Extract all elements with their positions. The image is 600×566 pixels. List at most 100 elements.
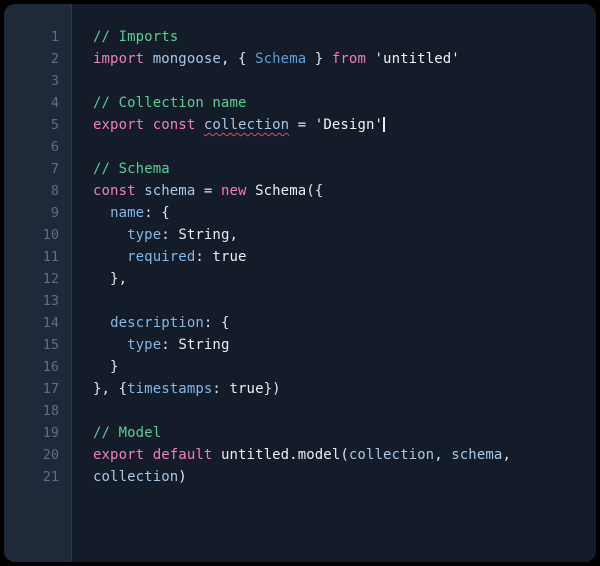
line-number: 16 [4, 356, 72, 378]
code-token: ) [178, 469, 187, 485]
code-token: collection [93, 469, 178, 485]
code-line[interactable]: // Model [93, 422, 596, 444]
code-line[interactable]: import mongoose, { Schema } from 'untitl… [93, 48, 596, 70]
line-number: 15 [4, 334, 72, 356]
code-token [93, 315, 110, 331]
code-token: true [212, 249, 246, 265]
code-line[interactable]: description: { [93, 312, 596, 334]
code-token: // Imports [93, 29, 178, 45]
code-token: : [195, 249, 212, 265]
code-token: : [161, 337, 178, 353]
code-token: // Collection name [93, 95, 247, 111]
code-token [93, 227, 127, 243]
line-number: 9 [4, 202, 72, 224]
code-token: from [332, 51, 366, 67]
code-token: }, [93, 271, 127, 287]
code-token: name [110, 205, 144, 221]
code-token [144, 117, 153, 133]
code-token: mongoose [153, 51, 221, 67]
line-number: 19 [4, 422, 72, 444]
code-token [93, 205, 110, 221]
code-token: : { [144, 205, 170, 221]
code-token: String [178, 337, 229, 353]
code-line[interactable] [93, 290, 596, 312]
code-token [136, 183, 145, 199]
code-line[interactable] [93, 70, 596, 92]
code-token: new [221, 183, 247, 199]
error-underlined-token: collection [204, 117, 289, 133]
code-token [212, 447, 221, 463]
code-token: : { [204, 315, 230, 331]
code-line[interactable]: export const collection = 'Design' [93, 114, 596, 136]
code-token: type [127, 337, 161, 353]
code-token: } [306, 51, 332, 67]
code-line[interactable] [93, 400, 596, 422]
code-token: type [127, 227, 161, 243]
code-content-area[interactable]: // Imports import mongoose, { Schema } fr… [72, 4, 596, 562]
code-token [195, 117, 204, 133]
line-number: 20 [4, 444, 72, 466]
line-number: 21 [4, 466, 72, 488]
line-number-gutter: 123456789101112131415161718192021 [4, 4, 72, 562]
code-token: export [93, 447, 144, 463]
code-token: const [153, 117, 196, 133]
code-token: , [230, 227, 239, 243]
code-token [247, 183, 256, 199]
code-line[interactable]: // Imports [93, 26, 596, 48]
code-token: = [289, 117, 315, 133]
code-token: schema [451, 447, 502, 463]
code-line[interactable]: // Schema [93, 158, 596, 180]
code-line[interactable]: }, {timestamps: true}) [93, 378, 596, 400]
code-token: const [93, 183, 136, 199]
line-number: 1 [4, 26, 72, 48]
code-token: 'Design' [315, 117, 383, 133]
code-token [366, 51, 375, 67]
line-number: 14 [4, 312, 72, 334]
line-number: 17 [4, 378, 72, 400]
code-token: // Schema [93, 161, 170, 177]
code-token: export [93, 117, 144, 133]
code-token: = [195, 183, 221, 199]
line-number: 12 [4, 268, 72, 290]
code-token: ( [340, 447, 349, 463]
code-line[interactable]: const schema = new Schema({ [93, 180, 596, 202]
code-token: : [161, 227, 178, 243]
code-editor-window[interactable]: 123456789101112131415161718192021 // Imp… [4, 4, 596, 562]
code-token [144, 447, 153, 463]
code-token: schema [144, 183, 195, 199]
code-line[interactable]: export default untitled.model(collection… [93, 444, 596, 466]
code-token: untitled.model [221, 447, 340, 463]
code-line[interactable]: } [93, 356, 596, 378]
code-line[interactable]: type: String, [93, 224, 596, 246]
code-token: description [110, 315, 204, 331]
code-line[interactable] [93, 136, 596, 158]
code-line[interactable]: // Collection name [93, 92, 596, 114]
code-token: ({ [306, 183, 323, 199]
line-number: 2 [4, 48, 72, 70]
code-token: required [127, 249, 195, 265]
code-token: Schema [255, 51, 306, 67]
code-token: }) [264, 381, 281, 397]
line-number: 13 [4, 290, 72, 312]
code-line[interactable]: required: true [93, 246, 596, 268]
line-number: 5 [4, 114, 72, 136]
line-number: 18 [4, 400, 72, 422]
code-token: // Model [93, 425, 161, 441]
code-token: , [434, 447, 451, 463]
code-token: }, { [93, 381, 127, 397]
code-line[interactable]: name: { [93, 202, 596, 224]
text-cursor [383, 117, 385, 132]
code-token [93, 249, 127, 265]
code-line[interactable]: type: String [93, 334, 596, 356]
line-number: 4 [4, 92, 72, 114]
code-line[interactable]: collection) [93, 466, 596, 488]
code-token: { [238, 51, 255, 67]
code-token: default [153, 447, 213, 463]
code-line[interactable]: }, [93, 268, 596, 290]
line-number: 8 [4, 180, 72, 202]
code-token: : [212, 381, 229, 397]
code-token [93, 337, 127, 353]
code-token: timestamps [127, 381, 212, 397]
code-token: true [229, 381, 263, 397]
code-token: Schema [255, 183, 306, 199]
